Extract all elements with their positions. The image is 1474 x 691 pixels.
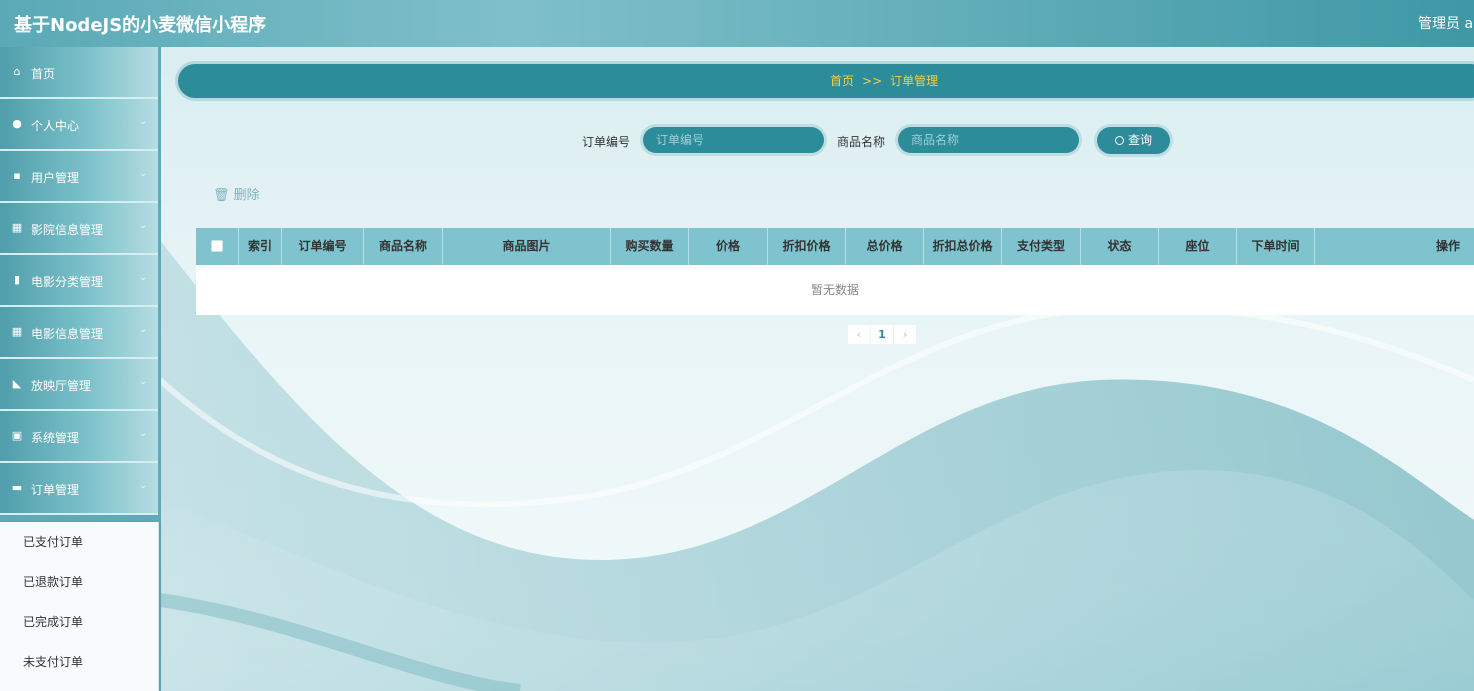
chevron-down-icon: ⌄	[139, 376, 148, 387]
thumbs-up-icon: ◣	[12, 377, 22, 390]
submenu-item-paid-orders[interactable]: 已支付订单	[0, 522, 158, 562]
column-header-price: 价格	[689, 228, 768, 265]
submenu-item-unpaid-orders[interactable]: 未支付订单	[0, 642, 158, 682]
grid-icon: ▦	[11, 221, 23, 234]
column-header-status: 状态	[1081, 228, 1159, 265]
order-number-placeholder: 订单编号	[656, 133, 705, 147]
orders-table: 索引 订单编号 商品名称 商品图片 购买数量 价格 折扣价格 总价格 折扣总价格…	[196, 228, 1474, 315]
table-header: 索引 订单编号 商品名称 商品图片 购买数量 价格 折扣价格 总价格 折扣总价格…	[196, 228, 1474, 265]
breadcrumb-separator: >>	[862, 74, 883, 88]
sidebar-item-label: 首页	[31, 67, 56, 81]
sidebar-item-hall[interactable]: ◣ 放映厅管理 ⌄	[0, 359, 158, 411]
chevron-down-icon: ⌄	[139, 168, 148, 179]
sidebar-item-label: 影院信息管理	[31, 223, 104, 237]
chevron-down-icon: ⌄	[139, 220, 148, 231]
bar-chart-icon: ▮	[13, 273, 21, 286]
sidebar-item-profile[interactable]: ● 个人中心 ⌄	[0, 99, 158, 151]
breadcrumb-current: 订单管理	[890, 74, 939, 88]
sidebar: ⌂ 首页 ● 个人中心 ⌄ ▪ 用户管理 ⌄ ▦ 影院信息管理 ⌄ ▮ 电影分类…	[0, 47, 161, 691]
sidebar-item-cinema[interactable]: ▦ 影院信息管理 ⌄	[0, 203, 158, 255]
users-icon: ▪	[13, 169, 21, 182]
column-header-discount-total-price: 折扣总价格	[924, 228, 1002, 265]
sidebar-item-system[interactable]: ▣ 系统管理 ⌄	[0, 411, 158, 463]
column-header-total-price: 总价格	[846, 228, 924, 265]
sidebar-item-label: 电影信息管理	[31, 327, 104, 341]
chevron-down-icon: ⌄	[139, 428, 148, 439]
chevron-down-icon: ⌄	[139, 116, 148, 127]
clipboard-icon: ▣	[11, 429, 23, 442]
user-icon: ●	[12, 117, 22, 130]
column-header-quantity: 购买数量	[611, 228, 689, 265]
sidebar-item-label: 放映厅管理	[31, 379, 92, 393]
sidebar-item-label: 系统管理	[31, 431, 80, 445]
next-page-button[interactable]: ›	[894, 325, 916, 344]
column-header-discount-price: 折扣价格	[768, 228, 846, 265]
column-header-order-number: 订单编号	[282, 228, 364, 265]
breadcrumb: 首页 >> 订单管理	[178, 64, 1474, 98]
chevron-down-icon: ⌄	[139, 272, 148, 283]
chevron-up-icon: ⌄	[139, 480, 148, 491]
column-header-order-time: 下单时间	[1237, 228, 1315, 265]
column-header-payment-type: 支付类型	[1002, 228, 1081, 265]
column-header-actions: 操作	[1435, 239, 1460, 253]
product-name-placeholder: 商品名称	[911, 133, 960, 147]
orders-submenu: 已支付订单 已退款订单 已完成订单 未支付订单	[0, 522, 159, 691]
table-empty-state: 暂无数据	[196, 265, 1474, 315]
sidebar-item-label: 电影分类管理	[31, 275, 104, 289]
submenu-item-refunded-orders[interactable]: 已退款订单	[0, 562, 158, 602]
select-all-cell	[196, 228, 239, 265]
column-header-product-image: 商品图片	[443, 228, 611, 265]
product-name-input[interactable]: 商品名称	[898, 127, 1079, 153]
prev-page-button[interactable]: ‹	[848, 325, 870, 344]
app-title: 基于NodeJS的小麦微信小程序	[14, 15, 267, 36]
user-menu[interactable]: 管理员 ab	[1418, 13, 1474, 33]
sidebar-item-label: 订单管理	[31, 483, 80, 497]
order-number-input[interactable]: 订单编号	[643, 127, 824, 153]
query-button[interactable]: 查询	[1097, 127, 1170, 154]
sidebar-item-users[interactable]: ▪ 用户管理 ⌄	[0, 151, 158, 203]
column-header-seat: 座位	[1159, 228, 1237, 265]
page-number-current[interactable]: 1	[871, 325, 893, 344]
query-button-label: 查询	[1127, 133, 1152, 147]
sidebar-item-home[interactable]: ⌂ 首页	[0, 47, 158, 99]
column-header-index: 索引	[239, 228, 282, 265]
breadcrumb-home-link[interactable]: 首页	[830, 74, 854, 88]
submenu-item-completed-orders[interactable]: 已完成订单	[0, 602, 158, 642]
delete-button-label: 删除	[233, 188, 260, 203]
background-wave-image	[157, 240, 1474, 691]
search-icon	[1114, 136, 1124, 145]
sidebar-item-orders[interactable]: ▬ 订单管理 ⌄	[0, 463, 158, 515]
sidebar-item-movie-category[interactable]: ▮ 电影分类管理 ⌄	[0, 255, 158, 307]
chevron-down-icon: ⌄	[139, 324, 148, 335]
sidebar-item-label: 用户管理	[31, 171, 80, 185]
trash-icon: 🗑	[213, 188, 230, 203]
sidebar-item-movie-info[interactable]: ▦ 电影信息管理 ⌄	[0, 307, 158, 359]
order-number-label: 订单编号	[582, 135, 631, 149]
column-header-product-name: 商品名称	[364, 228, 443, 265]
delete-button[interactable]: 🗑 删除	[213, 184, 260, 203]
order-icon: ▬	[11, 481, 23, 494]
product-name-label: 商品名称	[837, 135, 886, 149]
sidebar-item-label: 个人中心	[31, 119, 80, 133]
home-icon: ⌂	[13, 65, 21, 78]
grid-icon: ▦	[11, 325, 23, 338]
select-all-checkbox[interactable]	[211, 240, 223, 252]
top-header: 基于NodeJS的小麦微信小程序 管理员 ab	[0, 0, 1474, 47]
